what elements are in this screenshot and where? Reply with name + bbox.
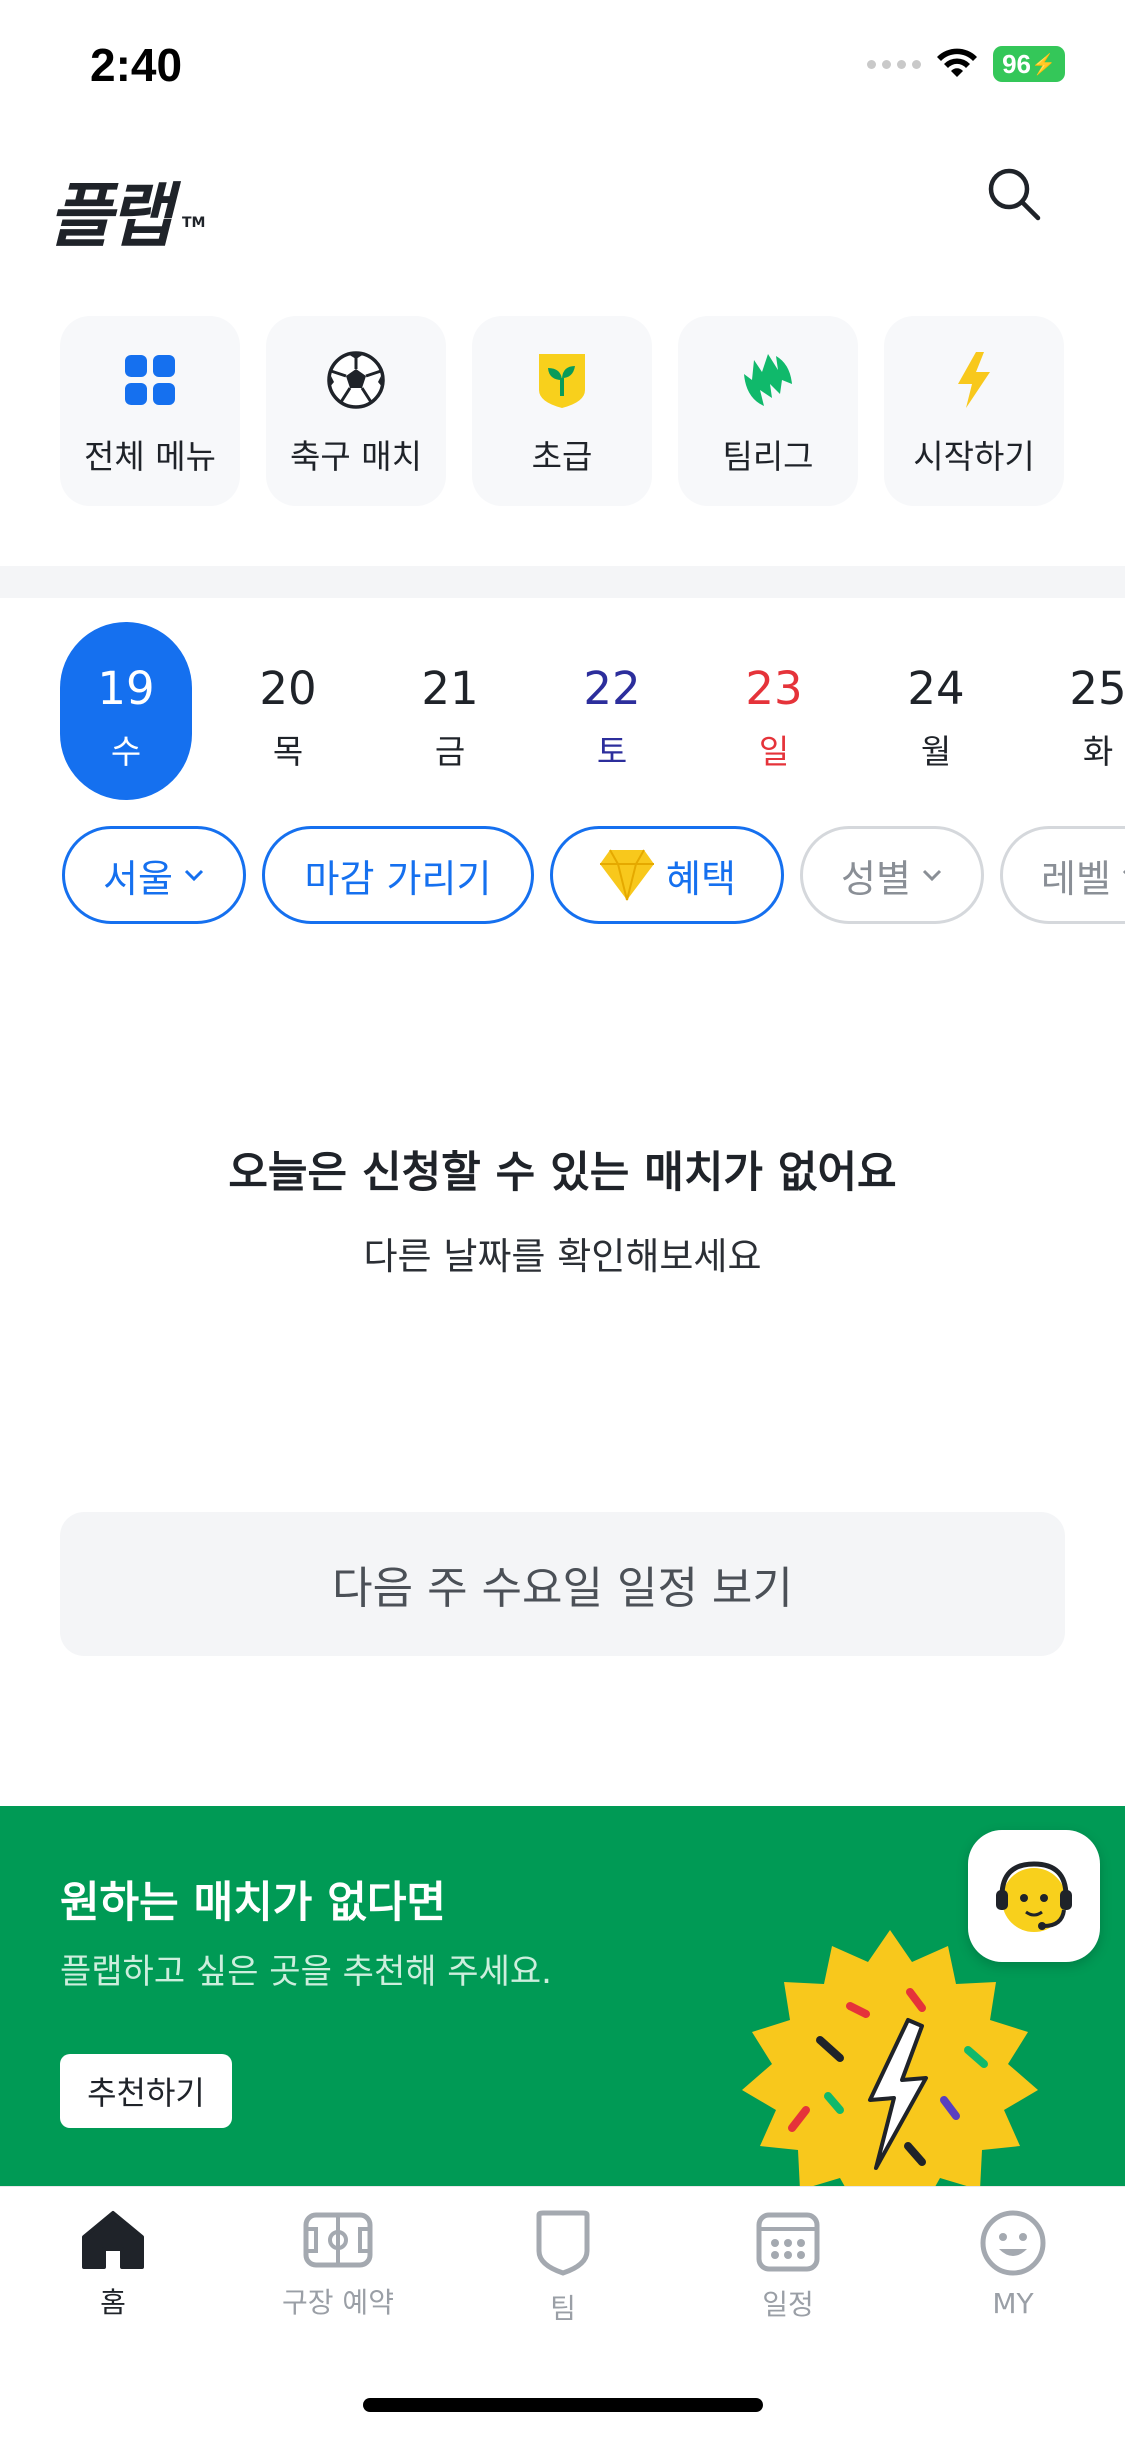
tab-team[interactable]: 팀 [483, 2209, 643, 2327]
chevron-down-icon [184, 869, 204, 882]
date-weekday: 목 [272, 732, 304, 771]
lightning-icon [944, 350, 1004, 410]
quick-menu-soccer-match[interactable]: 축구 매치 [266, 316, 446, 506]
soccer-ball-icon [326, 350, 386, 410]
filter-label: 성별 [841, 856, 911, 901]
tab-schedule[interactable]: 일정 [708, 2209, 868, 2323]
quick-menu-label: 팀리그 [722, 437, 814, 476]
date-number: 19 [97, 662, 155, 715]
status-time: 2:40 [90, 39, 183, 91]
date-item[interactable]: 21 금 [384, 622, 516, 800]
battery-level: 96 [1002, 48, 1031, 79]
app-logo[interactable]: 플랩 [48, 160, 173, 261]
filter-level[interactable]: 레벨 [1000, 826, 1125, 924]
date-item[interactable]: 25 화 [1032, 622, 1125, 800]
tab-label: 팀 [550, 2292, 576, 2325]
filter-gender[interactable]: 성별 [800, 826, 984, 924]
section-divider [0, 566, 1125, 598]
chevron-down-icon [1122, 869, 1125, 875]
next-week-schedule-button[interactable]: 다음 주 수요일 일정 보기 [60, 1512, 1065, 1656]
stadium-icon [303, 2212, 373, 2268]
date-item[interactable]: 24 월 [870, 622, 1002, 800]
tab-label: 일정 [762, 2288, 814, 2321]
date-number: 21 [421, 662, 479, 715]
quick-menu-label: 시작하기 [913, 437, 1035, 476]
status-indicators: 96 ⚡ [867, 46, 1065, 82]
wifi-icon [937, 48, 977, 77]
support-agent-icon [996, 1861, 1072, 1932]
date-number: 25 [1069, 662, 1125, 715]
smiley-icon [980, 2210, 1046, 2276]
tab-label: 구장 예약 [282, 2286, 394, 2319]
shield-icon [536, 2210, 590, 2276]
quick-menu-label: 축구 매치 [290, 437, 422, 476]
banner-title: 원하는 매치가 없다면 [60, 1878, 446, 1928]
battery-indicator: 96 ⚡ [993, 46, 1065, 82]
grid-icon [120, 350, 180, 410]
date-number: 24 [907, 662, 965, 715]
chevron-down-icon [922, 869, 942, 882]
filter-hide-closed[interactable]: 마감 가리기 [262, 826, 534, 924]
date-number: 22 [583, 662, 641, 715]
quick-menu-beginner[interactable]: 초급 [472, 316, 652, 506]
filter-label: 서울 [103, 856, 173, 901]
date-item-saturday[interactable]: 22 토 [546, 622, 678, 800]
date-selector: 19 수 20 목 21 금 22 토 23 일 24 월 25 화 [60, 622, 1125, 800]
home-indicator [363, 2398, 763, 2412]
search-button[interactable] [984, 164, 1044, 224]
sprout-badge-icon [532, 350, 592, 410]
filter-label: 혜택 [666, 856, 736, 901]
recommend-button[interactable]: 추천하기 [60, 2054, 232, 2128]
quick-menu-label: 초급 [531, 437, 593, 476]
filter-label: 레벨 [1041, 856, 1111, 901]
calendar-icon [756, 2212, 820, 2272]
date-number: 23 [745, 662, 803, 715]
date-weekday: 토 [596, 732, 628, 771]
tab-label: MY [992, 2287, 1034, 2320]
diamond-icon [600, 849, 655, 901]
empty-state-title: 오늘은 신청할 수 있는 매치가 없어요 [228, 1148, 897, 1198]
logo-trademark: TM [182, 215, 206, 231]
tab-my[interactable]: MY [933, 2209, 1093, 2320]
date-weekday: 금 [434, 732, 466, 771]
quick-menu-team-league[interactable]: 팀리그 [678, 316, 858, 506]
tab-stadium-booking[interactable]: 구장 예약 [258, 2209, 418, 2321]
home-icon [82, 2211, 144, 2269]
banner-subtitle: 플랩하고 싶은 곳을 추천해 주세요. [60, 1952, 552, 1992]
tab-label: 홈 [100, 2286, 126, 2319]
date-weekday: 월 [920, 732, 952, 771]
quick-menu-getting-started[interactable]: 시작하기 [884, 316, 1064, 506]
flame-icon [738, 350, 798, 410]
date-item-sunday[interactable]: 23 일 [708, 622, 840, 800]
search-icon [988, 168, 1041, 221]
date-item-selected[interactable]: 19 수 [60, 622, 192, 800]
tab-home[interactable]: 홈 [33, 2209, 193, 2321]
empty-state-subtitle: 다른 날짜를 확인해보세요 [363, 1235, 762, 1278]
filter-label: 마감 가리기 [304, 856, 492, 901]
filter-region[interactable]: 서울 [62, 826, 246, 924]
recommend-banner: 원하는 매치가 없다면 플랩하고 싶은 곳을 추천해 주세요. 추천하기 [0, 1806, 1125, 2186]
date-weekday: 일 [758, 732, 790, 771]
chatbot-button[interactable] [968, 1830, 1100, 1962]
filter-chips: 서울 마감 가리기 혜택 성별 레벨 [60, 826, 1125, 932]
quick-menu: 전체 메뉴 축구 매치 초급 팀리그 시작하기 [60, 316, 1064, 506]
signal-icon [867, 59, 921, 69]
date-weekday: 화 [1082, 732, 1114, 771]
filter-benefits[interactable]: 혜택 [550, 826, 784, 924]
date-item[interactable]: 20 목 [222, 622, 354, 800]
date-number: 20 [259, 662, 317, 715]
quick-menu-all[interactable]: 전체 메뉴 [60, 316, 240, 506]
date-weekday: 수 [110, 732, 142, 771]
quick-menu-label: 전체 메뉴 [84, 437, 216, 476]
